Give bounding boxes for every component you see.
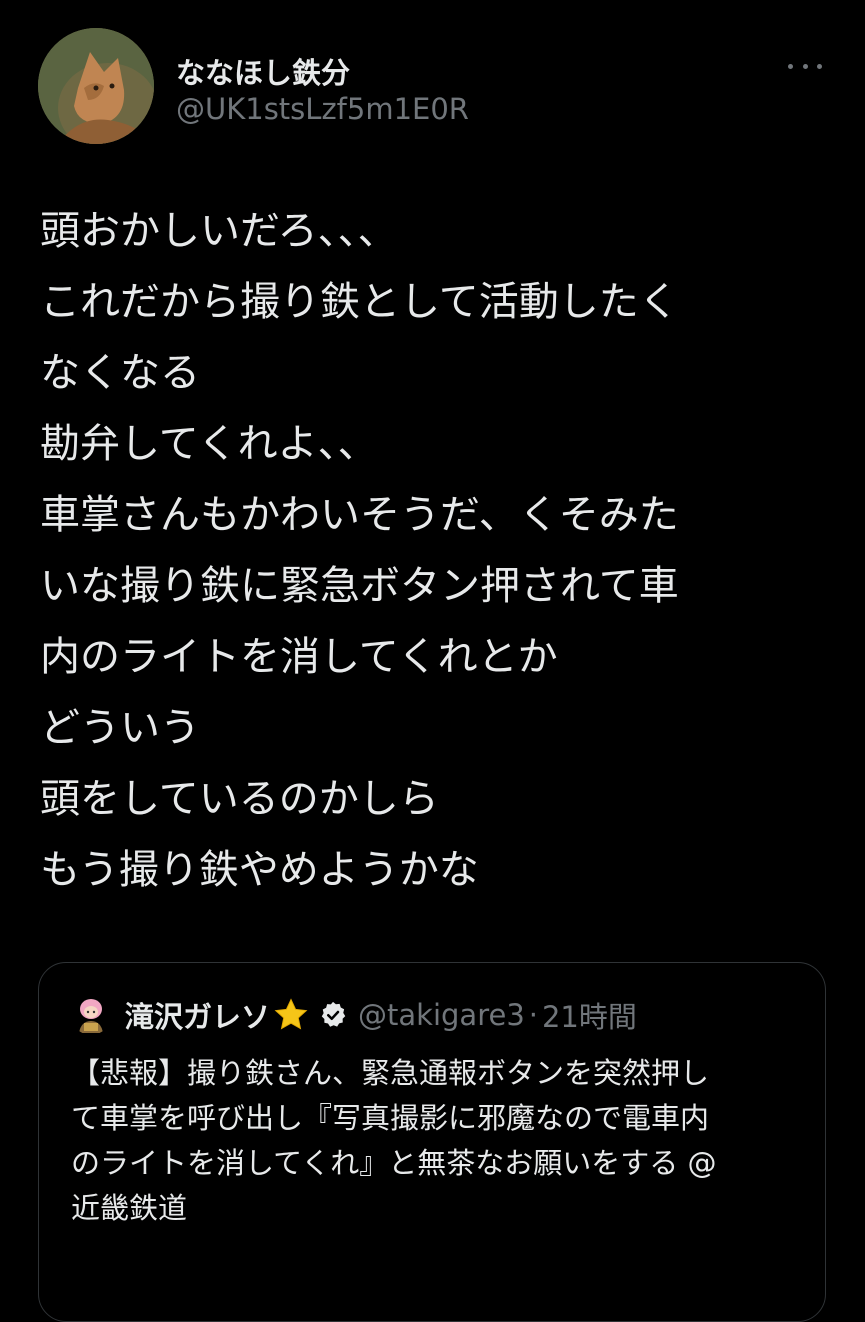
star-icon [272, 996, 310, 1034]
more-horizontal-icon [788, 63, 793, 69]
tweet-text-line: 頭おかしいだろ、、、 [40, 208, 398, 254]
tweet-text-line: 勘弁してくれよ、、 [40, 421, 378, 467]
quoted-text-line: 近畿鉄道 [71, 1191, 188, 1225]
quoted-tweet-text: 【悲報】撮り鉄さん、緊急通報ボタンを突然押し て車掌を呼び出し『写真撮影に邪魔な… [71, 1051, 811, 1231]
tweet-text-line: どういう [40, 705, 200, 751]
tweet-text-line: 内のライトを消してくれとか [40, 634, 558, 680]
quoted-author-display-name[interactable]: 滝沢ガレソ [125, 994, 270, 1036]
quoted-text-line: て車掌を呼び出し『写真撮影に邪魔なので電車内 [71, 1101, 710, 1135]
quoted-text-line: 【悲報】撮り鉄さん、緊急通報ボタンを突然押し [71, 1056, 710, 1090]
character-avatar-image [71, 995, 111, 1035]
tweet-text-line: なくなる [40, 350, 200, 396]
author-avatar[interactable] [38, 28, 154, 144]
quoted-tweet-timestamp[interactable]: 21時間 [542, 994, 637, 1036]
verified-badge-icon [318, 1000, 348, 1030]
more-horizontal-icon-dot [802, 63, 808, 69]
more-horizontal-icon-dot [817, 63, 822, 69]
quoted-author-handle[interactable]: @takigare3 [358, 998, 525, 1032]
tweet-text-line: これだから撮り鉄として活動したく [40, 279, 679, 325]
more-options-button[interactable] [788, 56, 822, 76]
author-display-name[interactable]: ななほし鉄分 [176, 50, 350, 92]
quoted-author-avatar[interactable] [71, 995, 111, 1035]
tweet-header: ななほし鉄分 @UK1stsLzf5m1E0R [38, 28, 828, 144]
quoted-text-line: のライトを消してくれ』と無茶なお願いをする @ [71, 1146, 717, 1180]
header-separator: · [528, 998, 538, 1032]
cat-avatar-image [38, 28, 154, 144]
tweet-text-line: 車掌さんもかわいそうだ、くそみた [40, 492, 679, 538]
tweet-text-line: もう撮り鉄やめようかな [40, 847, 479, 893]
quoted-tweet-header: 滝沢ガレソ @takigare3 · 21時間 [71, 993, 637, 1037]
quoted-tweet-card[interactable]: 滝沢ガレソ @takigare3 · 21時間 【悲報】撮り鉄さん、緊急通報ボタ… [38, 962, 826, 1322]
author-handle[interactable]: @UK1stsLzf5m1E0R [176, 92, 469, 126]
tweet-text: 頭おかしいだろ、、、 これだから撮り鉄として活動したく なくなる 勘弁してくれよ… [40, 196, 830, 906]
tweet-text-line: いな撮り鉄に緊急ボタン押されて車 [40, 563, 679, 609]
tweet-text-line: 頭をしているのかしら [40, 776, 439, 822]
